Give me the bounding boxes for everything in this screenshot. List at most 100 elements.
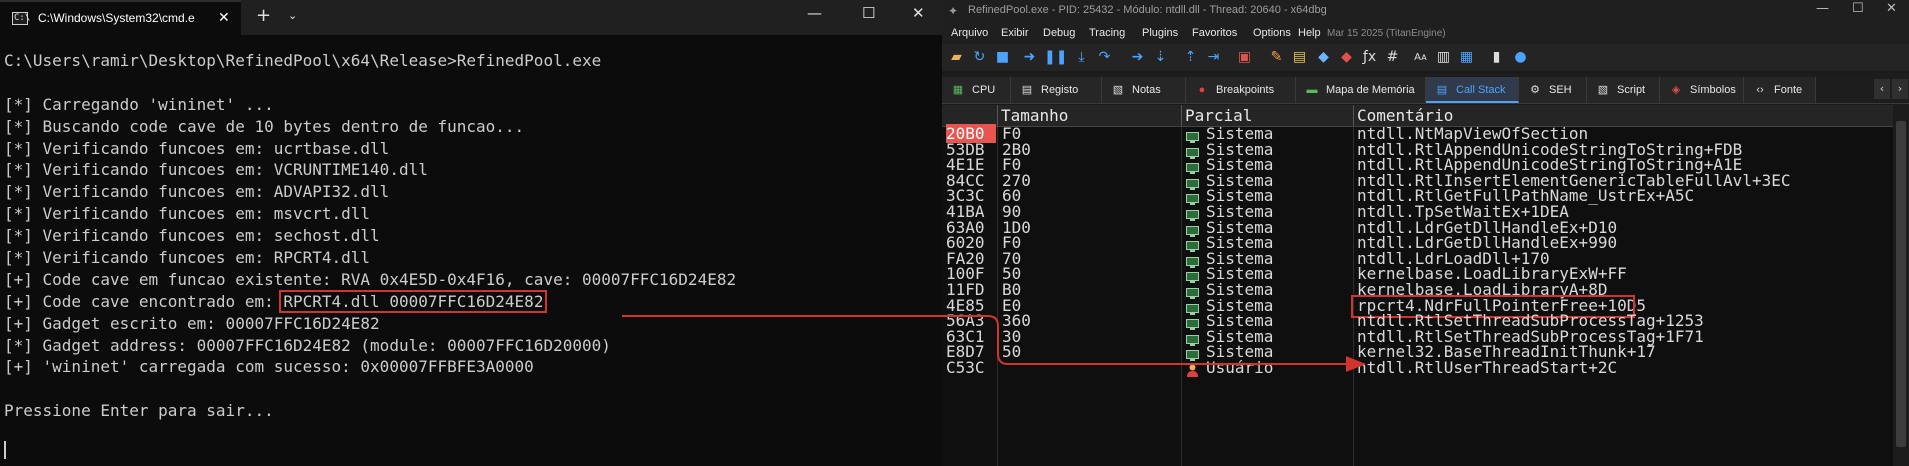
tab-source[interactable]: ‹› Fonte (1744, 77, 1816, 103)
cmd-line-text: [*] Carregando 'wininet' ... (4, 94, 274, 114)
cmd-line-text (4, 379, 14, 398)
functions-icon[interactable]: ƒx (1361, 49, 1378, 66)
menu-tracing[interactable]: Tracing (1089, 27, 1125, 39)
menu-arquivo[interactable]: Arquivo (951, 27, 988, 39)
cmd-line-text: [+] Code cave encontrado em: (4, 291, 284, 311)
menu-options[interactable]: Options (1253, 27, 1291, 39)
log-icon: ▤ (1021, 84, 1033, 96)
execute-till-return-icon[interactable]: ⇡ (1182, 49, 1199, 66)
menu-plugins[interactable]: Plugins (1142, 27, 1178, 39)
cmd-output-line: [+] 'wininet' carregada com sucesso: 0x0… (4, 356, 736, 378)
system-icon (1186, 144, 1199, 159)
labels-icon[interactable]: ◆ (1315, 49, 1332, 66)
cmd-tab-title: C:\Windows\System32\cmd.e (38, 11, 195, 25)
tab-label: Símbolos (1690, 84, 1736, 96)
close-window-icon[interactable]: ✕ (1886, 1, 1897, 16)
cmd-output-line: C:\Users\ramir\Desktop\RefinedPool\x64\R… (4, 50, 736, 72)
call-stack-icon: ▤ (1436, 84, 1448, 96)
chevron-down-icon[interactable]: ⌄ (288, 9, 297, 22)
new-tab-icon[interactable]: + (256, 5, 271, 26)
bookmarks-icon[interactable]: ◆ (1338, 49, 1355, 66)
trace-over-icon[interactable]: ⇣ (1152, 49, 1169, 66)
dbg-window-title: RefinedPool.exe - PID: 25432 - Módulo: n… (968, 4, 1327, 16)
cmd-output-line: [+] Code cave em funcao existente: RVA 0… (4, 269, 736, 291)
tab-breakpoints[interactable]: ● Breakpoints (1186, 77, 1296, 103)
cmd-tab[interactable]: C:\ C:\Windows\System32\cmd.e ✕ (0, 0, 241, 35)
stop-icon[interactable]: ■ (994, 49, 1011, 66)
tab-scroll-right-icon[interactable]: › (1892, 79, 1908, 99)
tab-script[interactable]: ▧ Script (1587, 77, 1660, 103)
scrollbar-thumb[interactable] (1896, 121, 1906, 447)
maximize-icon[interactable]: ☐ (1852, 1, 1864, 16)
maximize-icon[interactable]: ☐ (862, 4, 875, 22)
column-comentario[interactable]: Comentário (1353, 105, 1893, 126)
close-tab-icon[interactable]: ✕ (218, 10, 230, 26)
menu-favoritos[interactable]: Favoritos (1192, 27, 1237, 39)
cmd-output-line: [*] Buscando code cave de 10 bytes dentr… (4, 116, 736, 138)
source-icon: ‹› (1756, 84, 1764, 96)
globe-icon[interactable]: ● (1512, 49, 1529, 66)
tab-symbols[interactable]: ◈ Símbolos (1660, 77, 1744, 103)
vertical-scrollbar[interactable] (1893, 105, 1909, 466)
x64dbg-logo-icon: ✦ (948, 4, 959, 18)
cmd-line-text: [*] Verificando funcoes em: ADVAPI32.dll (4, 182, 390, 202)
scylla-icon[interactable]: ▣ (1236, 49, 1253, 66)
open-icon[interactable]: ▰ (948, 49, 965, 66)
system-icon (1186, 128, 1199, 143)
system-icon (1186, 331, 1199, 346)
close-window-icon[interactable]: ✕ (912, 4, 925, 22)
cmd-output-line (4, 378, 736, 400)
dbg-toolbar: ▰ ↻ ■ ➜ ❚❚ ⤓ ↷ ➔ ⇣ ⇡ ⇥ ▣ ✎ ▤ ◆ ◆ ƒx # Aᴀ… (942, 44, 1909, 71)
cmd-line-text: [*] Verificando funcoes em: VCRUNTIME140… (4, 160, 428, 180)
tab-memory-map[interactable]: ▬ Mapa de Memória (1296, 77, 1426, 103)
variables-icon[interactable]: # (1384, 49, 1401, 66)
menu-debug[interactable]: Debug (1043, 27, 1075, 39)
strings-icon[interactable]: Aᴀ (1412, 49, 1429, 66)
callstack-table: 20B0 F0 Sistema ntdll.NtMapViewOfSection 53D… (942, 124, 1893, 466)
search-icon[interactable]: ▦ (1458, 49, 1475, 66)
row-comment: ntdll.RtlUserThreadStart+2C (1357, 358, 1618, 377)
menu-help[interactable]: Help (1298, 27, 1321, 39)
system-icon (1186, 159, 1199, 175)
pause-icon[interactable]: ❚❚ (1044, 49, 1067, 66)
tab-seh[interactable]: ⚙ SEH (1519, 77, 1587, 103)
cmd-output-line (4, 72, 736, 94)
x64dbg-window: ✦ RefinedPool.exe - PID: 25432 - Módulo:… (942, 0, 1909, 466)
minimize-icon[interactable]: — (1816, 1, 1829, 16)
callstack-row[interactable]: C53C Usuário ntdll.RtlUserThreadStart+2C (942, 358, 1893, 377)
step-over-icon[interactable]: ↷ (1096, 49, 1113, 66)
tab-registo[interactable]: ▤ Registo (1011, 77, 1102, 103)
run-icon[interactable]: ➜ (1021, 49, 1038, 66)
menu-exibir[interactable]: Exibir (1001, 27, 1029, 39)
tab-cpu[interactable]: ▦ CPU (942, 77, 1011, 103)
column-address[interactable] (942, 105, 997, 126)
column-tamanho[interactable]: Tamanho (997, 105, 1181, 126)
device-icon[interactable]: ▮ (1488, 49, 1505, 66)
system-icon (1186, 300, 1199, 315)
cmd-line-text (4, 73, 14, 92)
system-icon (1186, 253, 1199, 268)
restart-icon[interactable]: ↻ (971, 49, 988, 66)
dbg-menubar: Arquivo Exibir Debug Tracing Plugins Fav… (942, 24, 1909, 44)
cmd-output-line: [*] Gadget address: 00007FFC16D24E82 (mo… (4, 335, 736, 357)
cmd-line-text: [+] Gadget escrito em: 00007FFC16D24E82 (4, 313, 380, 333)
cmd-output[interactable]: C:\Users\ramir\Desktop\RefinedPool\x64\R… (4, 50, 736, 422)
minimize-icon[interactable]: — (807, 4, 822, 22)
trace-into-icon[interactable]: ➔ (1129, 49, 1146, 66)
step-into-icon[interactable]: ⤓ (1073, 49, 1090, 66)
comments-icon[interactable]: ▤ (1291, 49, 1308, 66)
build-date: Mar 15 2025 (TitanEngine) (1327, 28, 1446, 39)
column-parcial[interactable]: Parcial (1181, 105, 1353, 126)
patch-icon[interactable]: ✎ (1268, 49, 1285, 66)
user-icon (1186, 362, 1199, 377)
calculator-icon[interactable]: ▥ (1435, 49, 1452, 66)
tab-call-stack[interactable]: ▤ Call Stack (1426, 77, 1519, 103)
symbols-icon: ◈ (1671, 84, 1681, 96)
notes-icon: ▧ (1112, 84, 1124, 96)
row-party: Usuário (1206, 358, 1274, 377)
cmd-line-text: [*] Verificando funcoes em: sechost.dll (4, 226, 380, 246)
tab-scroll-left-icon[interactable]: ‹ (1874, 79, 1890, 99)
tab-notas[interactable]: ▧ Notas (1102, 77, 1186, 103)
run-to-user-code-icon[interactable]: ⇥ (1205, 49, 1222, 66)
cmd-line-text: [*] Verificando funcoes em: RPCRT4.dll (4, 248, 371, 268)
